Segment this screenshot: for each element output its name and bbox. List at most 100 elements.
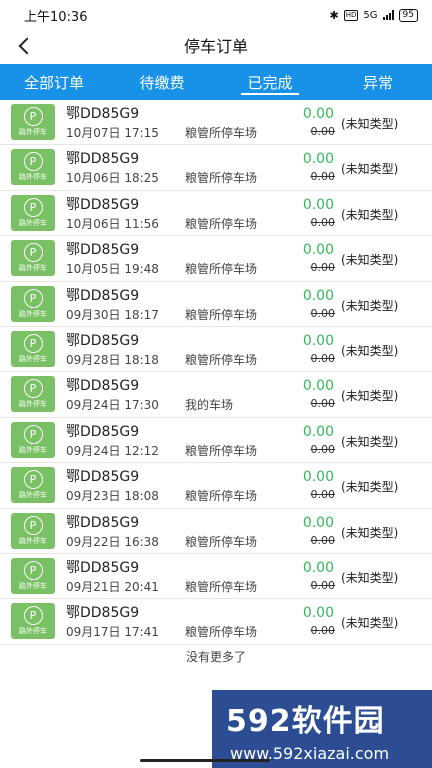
no-more-text: 没有更多了 bbox=[185, 650, 246, 664]
parking-logo-caption: 路外停车 bbox=[19, 173, 47, 182]
parking-lot-name: 粮管所停车场 bbox=[185, 443, 258, 458]
parking-p-icon: P bbox=[23, 470, 43, 490]
parking-p-icon: P bbox=[23, 288, 43, 308]
order-row[interactable]: P 路外停车 鄂DD85G9 09月24日 12:12 粮管所停车场 0.00 … bbox=[0, 418, 432, 464]
parking-logo-icon: P 路外停车 bbox=[11, 240, 55, 277]
parking-logo-icon: P 路外停车 bbox=[11, 421, 55, 458]
paid-amount: 0.00 bbox=[302, 469, 334, 486]
order-row[interactable]: P 路外停车 鄂DD85G9 09月24日 17:30 我的车场 0.00 0.… bbox=[0, 372, 432, 418]
title-bar: 停车订单 bbox=[0, 30, 432, 60]
parking-p-icon: P bbox=[23, 424, 43, 444]
original-amount: 0.00 bbox=[310, 442, 336, 456]
plate-number: 鄂DD85G9 bbox=[66, 559, 140, 576]
parking-logo-icon: P 路外停车 bbox=[11, 603, 55, 640]
parking-p-icon: P bbox=[23, 606, 43, 626]
parking-logo-caption: 路外停车 bbox=[19, 400, 47, 409]
order-type: (未知类型) bbox=[341, 343, 399, 358]
paid-amount: 0.00 bbox=[302, 106, 334, 122]
order-type: (未知类型) bbox=[341, 298, 399, 313]
order-tabs: 全部订单 待缴费 已完成 异常 bbox=[0, 64, 432, 100]
parking-logo-caption: 路外停车 bbox=[19, 218, 47, 227]
parking-p-icon: P bbox=[23, 152, 43, 172]
parking-p-icon: P bbox=[23, 333, 43, 353]
network-label: 5G bbox=[363, 9, 378, 21]
paid-amount: 0.00 bbox=[302, 196, 334, 213]
plate-number: 鄂DD85G9 bbox=[66, 605, 140, 622]
tab-all-orders[interactable]: 全部订单 bbox=[0, 64, 108, 100]
original-amount: 0.00 bbox=[310, 578, 336, 592]
parking-logo-caption: 路外停车 bbox=[19, 627, 47, 636]
parking-p-icon: P bbox=[23, 515, 43, 535]
status-time: 上午10:36 bbox=[24, 9, 88, 25]
order-time: 09月24日 17:30 bbox=[66, 398, 159, 413]
parking-lot-name: 粮管所停车场 bbox=[185, 579, 258, 594]
original-amount: 0.00 bbox=[310, 397, 336, 411]
paid-amount: 0.00 bbox=[302, 332, 334, 349]
plate-number: 鄂DD85G9 bbox=[66, 106, 140, 122]
status-icons: ✱ HD 5G 95 bbox=[330, 8, 418, 22]
order-row[interactable]: P 路外停车 鄂DD85G9 10月07日 17:15 粮管所停车场 0.00 … bbox=[0, 100, 432, 146]
order-type: (未知类型) bbox=[341, 207, 399, 222]
original-amount: 0.00 bbox=[310, 624, 336, 638]
parking-logo-caption: 路外停车 bbox=[19, 536, 47, 545]
parking-logo-icon: P 路外停车 bbox=[11, 376, 55, 413]
order-row[interactable]: P 路外停车 鄂DD85G9 09月22日 16:38 粮管所停车场 0.00 … bbox=[0, 509, 432, 554]
parking-logo-icon: P 路外停车 bbox=[11, 467, 55, 504]
order-row[interactable]: P 路外停车 鄂DD85G9 09月30日 18:17 粮管所停车场 0.00 … bbox=[0, 282, 432, 327]
parking-lot-name: 粮管所停车场 bbox=[185, 625, 258, 640]
order-row[interactable]: P 路外停车 鄂DD85G9 09月21日 20:41 粮管所停车场 0.00 … bbox=[0, 554, 432, 600]
parking-logo-caption: 路外停车 bbox=[19, 309, 47, 318]
parking-p-icon: P bbox=[23, 197, 43, 217]
parking-lot-name: 我的车场 bbox=[185, 398, 234, 413]
original-amount: 0.00 bbox=[310, 261, 336, 275]
plate-number: 鄂DD85G9 bbox=[66, 287, 140, 304]
home-indicator[interactable] bbox=[140, 759, 270, 762]
tab-completed[interactable]: 已完成 bbox=[216, 64, 324, 100]
order-type: (未知类型) bbox=[341, 570, 399, 585]
parking-p-icon: P bbox=[23, 107, 43, 126]
plate-number: 鄂DD85G9 bbox=[66, 469, 140, 486]
parking-p-icon: P bbox=[23, 560, 43, 580]
order-row[interactable]: P 路外停车 鄂DD85G9 09月17日 17:41 粮管所停车场 0.00 … bbox=[0, 599, 432, 645]
parking-lot-name: 粮管所停车场 bbox=[185, 489, 258, 504]
parking-lot-name: 粮管所停车场 bbox=[185, 352, 258, 367]
order-type: (未知类型) bbox=[341, 389, 399, 404]
paid-amount: 0.00 bbox=[302, 242, 334, 259]
order-row[interactable]: P 路外停车 鄂DD85G9 10月06日 18:25 粮管所停车场 0.00 … bbox=[0, 145, 432, 191]
battery-icon: 95 bbox=[398, 8, 418, 22]
plate-number: 鄂DD85G9 bbox=[66, 378, 140, 395]
order-row[interactable]: P 路外停车 鄂DD85G9 09月28日 18:18 粮管所停车场 0.00 … bbox=[0, 327, 432, 373]
tab-exception[interactable]: 异常 bbox=[324, 64, 432, 100]
paid-amount: 0.00 bbox=[302, 514, 334, 531]
order-row[interactable]: P 路外停车 鄂DD85G9 10月05日 19:48 粮管所停车场 0.00 … bbox=[0, 236, 432, 282]
parking-lot-name: 粮管所停车场 bbox=[185, 307, 258, 322]
signal-icon bbox=[382, 10, 394, 20]
order-type: (未知类型) bbox=[341, 525, 399, 540]
original-amount: 0.00 bbox=[310, 215, 336, 229]
order-row[interactable]: P 路外停车 鄂DD85G9 10月06日 11:56 粮管所停车场 0.00 … bbox=[0, 191, 432, 237]
paid-amount: 0.00 bbox=[302, 151, 334, 168]
order-time: 10月05日 19:48 bbox=[66, 262, 159, 277]
parking-logo-caption: 路外停车 bbox=[19, 491, 47, 500]
plate-number: 鄂DD85G9 bbox=[66, 514, 140, 531]
order-time: 09月24日 12:12 bbox=[66, 443, 159, 458]
parking-logo-icon: P 路外停车 bbox=[11, 285, 55, 322]
tab-pending-payment[interactable]: 待缴费 bbox=[108, 64, 216, 100]
original-amount: 0.00 bbox=[310, 170, 336, 184]
order-type: (未知类型) bbox=[341, 434, 399, 449]
parking-lot-name: 粮管所停车场 bbox=[185, 171, 258, 186]
order-time: 09月21日 20:41 bbox=[66, 579, 159, 594]
original-amount: 0.00 bbox=[310, 306, 336, 320]
parking-logo-icon: P 路外停车 bbox=[11, 194, 55, 231]
original-amount: 0.00 bbox=[310, 125, 336, 138]
status-bar: 上午10:36 ✱ HD 5G 95 bbox=[0, 0, 432, 30]
order-row[interactable]: P 路外停车 鄂DD85G9 09月23日 18:08 粮管所停车场 0.00 … bbox=[0, 463, 432, 509]
parking-lot-name: 粮管所停车场 bbox=[185, 126, 258, 140]
plate-number: 鄂DD85G9 bbox=[66, 242, 140, 259]
parking-logo-caption: 路外停车 bbox=[19, 445, 47, 454]
plate-number: 鄂DD85G9 bbox=[66, 196, 140, 213]
parking-logo-icon: P 路外停车 bbox=[11, 512, 55, 549]
back-arrow-icon[interactable] bbox=[16, 36, 36, 56]
parking-logo-caption: 路外停车 bbox=[19, 354, 47, 363]
order-time: 09月22日 16:38 bbox=[66, 534, 159, 549]
